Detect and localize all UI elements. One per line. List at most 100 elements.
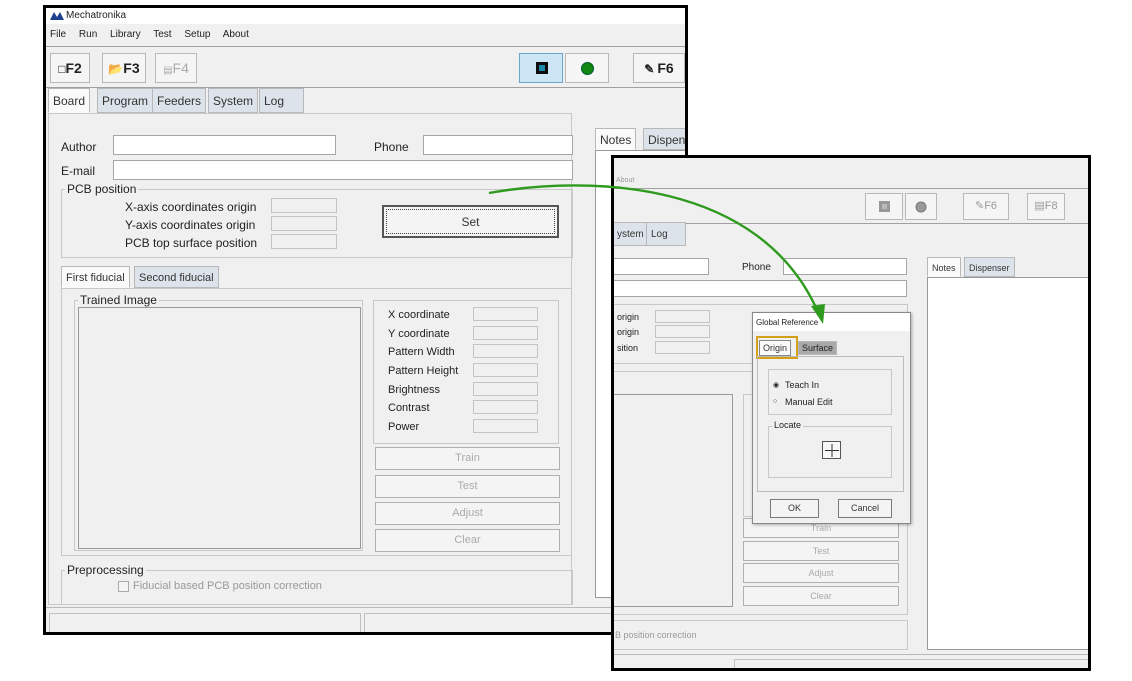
menu-file[interactable]: File: [50, 29, 66, 40]
y-coordinate-label: Y coordinate: [388, 328, 450, 340]
trained-image-group: Trained Image: [74, 293, 363, 551]
y-origin-field: [271, 216, 337, 231]
pattern-width-label: Pattern Width: [388, 346, 455, 358]
email-label: E-mail: [61, 164, 96, 178]
email-input[interactable]: [113, 160, 573, 180]
zoom-phone-input[interactable]: [783, 258, 907, 275]
phone-input[interactable]: [423, 135, 573, 155]
zoom-tab-system[interactable]: ystem: [614, 222, 649, 246]
led-icon: [581, 62, 594, 75]
tab-dispens[interactable]: Dispens: [643, 128, 685, 150]
tab-board[interactable]: Board: [48, 88, 91, 113]
zoom-top-surface-field: [655, 341, 710, 354]
status-led-button[interactable]: [565, 53, 609, 83]
teach-in-radio[interactable]: ◉: [773, 381, 779, 389]
zoom-notes-area: [927, 277, 1088, 650]
x-origin-field: [271, 198, 337, 213]
zoom-tab-dispenser[interactable]: Dispenser: [964, 257, 1015, 277]
chip-mode-button[interactable]: [519, 53, 563, 83]
zoom-adjust-button[interactable]: Adjust: [743, 563, 899, 583]
menu-library[interactable]: Library: [110, 29, 141, 40]
tab-first-fiducial[interactable]: First fiducial: [61, 266, 130, 288]
y-coordinate-field: [473, 326, 538, 340]
top-surface-field: [271, 234, 337, 249]
chip-icon: [535, 61, 549, 75]
save-icon: ▤: [163, 65, 173, 76]
zoom-clear-button[interactable]: Clear: [743, 586, 899, 606]
app-title: Mechatronika: [66, 10, 127, 21]
zoom-chip-button[interactable]: [865, 193, 903, 220]
power-label: Power: [388, 421, 420, 433]
open-button[interactable]: 📂F3: [102, 53, 146, 83]
brightness-label: Brightness: [388, 384, 440, 396]
zoom-test-button[interactable]: Test: [743, 541, 899, 561]
adjust-button[interactable]: Adjust: [375, 502, 560, 525]
open-folder-icon: 📂: [108, 62, 124, 76]
zoom-led-icon: [915, 201, 927, 213]
zoom-chip-icon: [878, 200, 891, 213]
save-button[interactable]: ▤F4: [155, 53, 197, 83]
tab-second-fiducial[interactable]: Second fiducial: [134, 266, 219, 288]
tab-program[interactable]: Program: [97, 88, 154, 113]
phone-label: Phone: [374, 140, 409, 154]
zoom-f8-button[interactable]: ▤F8: [1027, 193, 1065, 220]
test-button[interactable]: Test: [375, 475, 560, 498]
zoom-y-origin-field: [655, 325, 710, 338]
trained-image-title: Trained Image: [78, 293, 159, 307]
zoom-dispense-button[interactable]: ✎F6: [963, 193, 1009, 220]
pcb-position-title: PCB position: [65, 182, 139, 196]
x-origin-label: X-axis coordinates origin: [125, 200, 257, 214]
manual-edit-radio[interactable]: ○: [773, 398, 777, 405]
fiducial-correction-label: Fiducial based PCB position correction: [133, 580, 322, 592]
syringe-icon: ✎: [644, 62, 655, 76]
crosshair-icon: [825, 444, 839, 457]
tab-feeders[interactable]: Feeders: [152, 88, 207, 113]
contrast-field: [473, 400, 538, 414]
menu-run[interactable]: Run: [79, 29, 97, 40]
menu-setup[interactable]: Setup: [184, 29, 210, 40]
dialog-ok-button[interactable]: OK: [770, 499, 819, 518]
fiducial-panel: Trained Image X coordinate Y coordinate …: [61, 288, 572, 556]
zoom-tab-notes[interactable]: Notes: [927, 257, 961, 277]
tab-log[interactable]: Log: [259, 88, 304, 113]
contrast-label: Contrast: [388, 402, 430, 414]
tab-notes[interactable]: Notes: [595, 128, 637, 150]
zoom-email-input[interactable]: [614, 280, 907, 297]
global-reference-dialog: Global Reference Origin Surface ◉ Teach …: [752, 312, 911, 524]
menu-test[interactable]: Test: [153, 29, 171, 40]
dialog-tab-surface[interactable]: Surface: [798, 341, 838, 355]
preprocessing-title: Preprocessing: [65, 563, 146, 577]
zoom-author-input[interactable]: [614, 258, 709, 275]
zoom-status-bar: [614, 654, 1088, 668]
set-button[interactable]: Set: [382, 205, 559, 238]
zoom-tab-log[interactable]: Log: [646, 222, 686, 246]
locate-crosshair-button[interactable]: [822, 441, 841, 459]
author-input[interactable]: [113, 135, 336, 155]
zoom-preprocessing-fragment: B position correction: [615, 630, 697, 640]
menu-about[interactable]: About: [223, 29, 249, 40]
locate-title: Locate: [772, 420, 804, 430]
status-bar: [46, 607, 685, 632]
pcb-position-group: PCB position X-axis coordinates origin Y…: [61, 182, 573, 258]
dialog-title: Global Reference: [756, 318, 819, 327]
status-pane-1: [49, 613, 361, 632]
locate-group: Locate: [768, 420, 892, 478]
dialog-cancel-button[interactable]: Cancel: [838, 499, 892, 518]
app-logo-icon: [50, 11, 64, 20]
new-button[interactable]: □F2: [50, 53, 90, 83]
zoom-led-button[interactable]: [905, 193, 937, 220]
zoom-trained-image-view: [614, 394, 733, 607]
train-button[interactable]: Train: [375, 447, 560, 470]
tab-system[interactable]: System: [208, 88, 259, 113]
teach-mode-group: [768, 369, 892, 415]
x-coordinate-label: X coordinate: [388, 309, 450, 321]
teach-in-label: Teach In: [785, 380, 820, 390]
zoom-y-origin-fragment: origin: [617, 327, 640, 337]
fiducial-params-group: X coordinate Y coordinate Pattern Width …: [373, 300, 559, 444]
author-label: Author: [61, 140, 97, 154]
fiducial-correction-checkbox[interactable]: [118, 581, 129, 592]
zoom-status-pane: [734, 659, 1088, 668]
clear-button[interactable]: Clear: [375, 529, 560, 552]
x-coordinate-field: [473, 307, 538, 321]
dispense-button[interactable]: ✎ F6: [633, 53, 685, 83]
